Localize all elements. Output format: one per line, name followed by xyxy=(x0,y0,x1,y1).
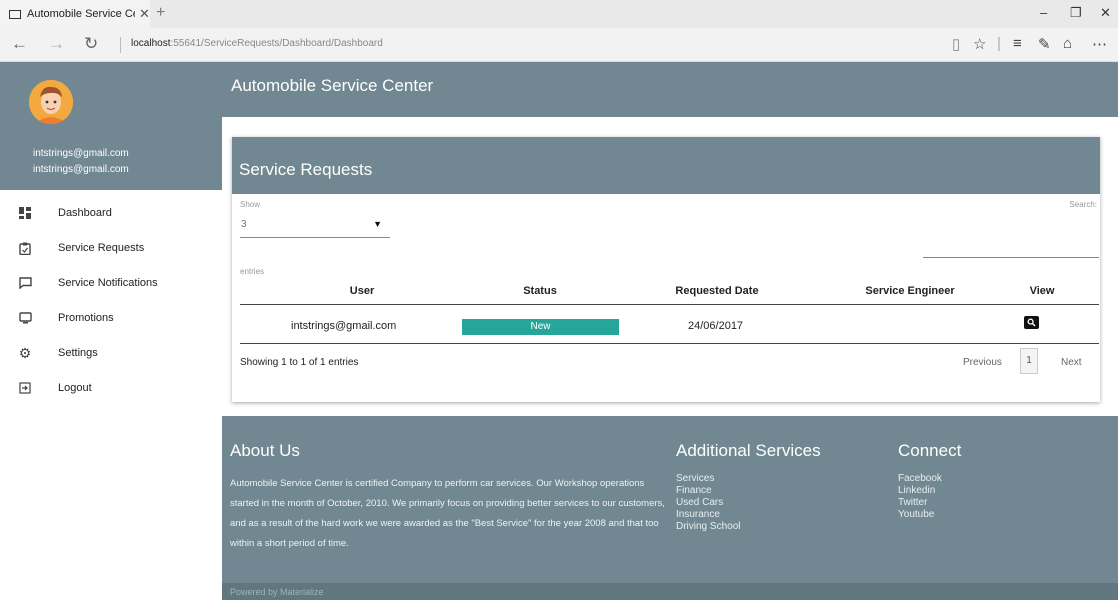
gear-icon: ⚙ xyxy=(18,344,32,361)
service-requests-card: Service Requests Show 3 ▼ Search: entrie… xyxy=(232,137,1100,402)
footer-link-services[interactable]: Services xyxy=(676,473,740,485)
sidebar-item-label: Promotions xyxy=(58,312,114,324)
connect-heading: Connect xyxy=(898,441,962,460)
sidebar-item-label: Logout xyxy=(58,382,92,394)
search-label: Search: xyxy=(1069,200,1097,209)
entries-label: entries xyxy=(240,267,265,276)
back-icon[interactable]: ← xyxy=(11,34,28,54)
logout-icon xyxy=(18,381,32,395)
reading-view-icon[interactable]: ▯ xyxy=(952,35,960,53)
status-badge: New xyxy=(462,319,619,335)
pagination-next[interactable]: Next xyxy=(1061,357,1082,368)
about-heading: About Us xyxy=(230,441,300,460)
url-separator xyxy=(120,37,121,53)
sidebar-item-settings[interactable]: ⚙ Settings xyxy=(0,335,222,371)
card-header: Service Requests xyxy=(232,137,1100,194)
user-name: intstrings@gmail.com xyxy=(33,164,129,175)
sidebar-user-panel: intstrings@gmail.com intstrings@gmail.co… xyxy=(0,62,222,190)
app-header: Automobile Service Center xyxy=(222,62,1118,117)
show-label: Show xyxy=(240,200,261,209)
share-icon[interactable]: ⌂ xyxy=(1063,35,1072,52)
footer-link-youtube[interactable]: Youtube xyxy=(898,509,942,521)
footer-link-finance[interactable]: Finance xyxy=(676,485,740,497)
new-tab-icon[interactable]: + xyxy=(156,4,165,22)
tab-title: Automobile Service Cen xyxy=(27,8,135,20)
footer-bottom-bar: Powered by Materialize xyxy=(222,583,1118,600)
view-search-icon[interactable] xyxy=(1024,316,1039,329)
connect-list: Facebook Linkedin Twitter Youtube xyxy=(898,473,942,521)
footer-link-insurance[interactable]: Insurance xyxy=(676,509,740,521)
sidebar-item-promotions[interactable]: Promotions xyxy=(0,300,222,336)
browser-tab[interactable]: Automobile Service Cen ✕ xyxy=(0,0,150,28)
restore-icon[interactable]: ❐ xyxy=(1070,5,1082,21)
sidebar-item-dashboard[interactable]: Dashboard xyxy=(0,195,222,231)
refresh-icon[interactable]: ↻ xyxy=(84,34,98,54)
cell-requested-date: 24/06/2017 xyxy=(688,320,744,332)
main-content: Service Requests Show 3 ▼ Search: entrie… xyxy=(222,117,1118,416)
user-email: intstrings@gmail.com xyxy=(33,148,129,159)
about-text: Automobile Service Center is certified C… xyxy=(230,478,665,549)
favorite-star-icon[interactable]: ☆ xyxy=(973,35,986,53)
window-close-icon[interactable]: ✕ xyxy=(1100,5,1111,21)
table-header-divider xyxy=(240,304,1099,305)
column-header-requested-date[interactable]: Requested Date xyxy=(662,285,772,297)
forward-icon[interactable]: → xyxy=(48,34,65,54)
hub-icon[interactable]: ≡ xyxy=(1013,35,1022,52)
sidebar-item-label: Settings xyxy=(58,347,98,359)
more-icon[interactable]: ⋯ xyxy=(1092,35,1107,53)
column-header-view[interactable]: View xyxy=(1012,285,1072,297)
sidebar-item-label: Service Notifications xyxy=(58,277,158,289)
card-title: Service Requests xyxy=(239,160,373,179)
sidebar-item-service-requests[interactable]: Service Requests xyxy=(0,230,222,266)
page-icon xyxy=(9,9,21,19)
clipboard-icon xyxy=(18,241,32,255)
close-tab-icon[interactable]: ✕ xyxy=(139,6,150,22)
footer-link-driving-school[interactable]: Driving School xyxy=(676,521,740,533)
pagination-page-1[interactable]: 1 xyxy=(1020,348,1038,374)
footer: About Us Automobile Service Center is ce… xyxy=(222,416,1118,583)
sidebar-item-logout[interactable]: Logout xyxy=(0,370,222,406)
dashboard-icon xyxy=(18,206,32,220)
footer-link-facebook[interactable]: Facebook xyxy=(898,473,942,485)
sidebar-item-label: Service Requests xyxy=(58,242,145,254)
sidebar-item-service-notifications[interactable]: Service Notifications xyxy=(0,265,222,301)
message-icon xyxy=(18,276,32,290)
sidebar-item-label: Dashboard xyxy=(58,207,112,219)
toolbar-separator: | xyxy=(997,35,1001,52)
search-input[interactable] xyxy=(923,238,1099,258)
dropdown-arrow-icon: ▼ xyxy=(373,219,382,229)
sidebar-nav: Dashboard Service Requests Service Notif… xyxy=(0,190,222,600)
pagination-previous[interactable]: Previous xyxy=(963,357,1002,368)
footer-link-linkedin[interactable]: Linkedin xyxy=(898,485,942,497)
column-header-service-engineer[interactable]: Service Engineer xyxy=(850,285,970,297)
footer-link-twitter[interactable]: Twitter xyxy=(898,497,942,509)
entries-select[interactable]: 3 ▼ xyxy=(240,216,390,238)
column-header-user[interactable]: User xyxy=(322,285,402,297)
footer-credit: Powered by Materialize xyxy=(230,587,324,597)
address-bar: ← → ↻ localhost:55641/ServiceRequests/Da… xyxy=(0,28,1118,62)
tv-icon xyxy=(18,311,32,325)
avatar xyxy=(29,80,73,124)
url-field[interactable]: localhost:55641/ServiceRequests/Dashboar… xyxy=(131,38,383,49)
entries-select-value: 3 xyxy=(241,219,247,230)
web-note-icon[interactable]: ✎ xyxy=(1038,35,1051,53)
app-title: Automobile Service Center xyxy=(231,76,434,95)
cell-user: intstrings@gmail.com xyxy=(291,320,397,332)
footer-link-used-cars[interactable]: Used Cars xyxy=(676,497,740,509)
browser-tab-bar: Automobile Service Cen ✕ + – ❐ ✕ xyxy=(0,0,1118,28)
table-info: Showing 1 to 1 of 1 entries xyxy=(240,357,359,368)
table-body-divider xyxy=(240,343,1099,344)
column-header-status[interactable]: Status xyxy=(500,285,580,297)
services-list: Services Finance Used Cars Insurance Dri… xyxy=(676,473,740,533)
services-heading: Additional Services xyxy=(676,441,821,460)
minimize-icon[interactable]: – xyxy=(1040,5,1047,20)
